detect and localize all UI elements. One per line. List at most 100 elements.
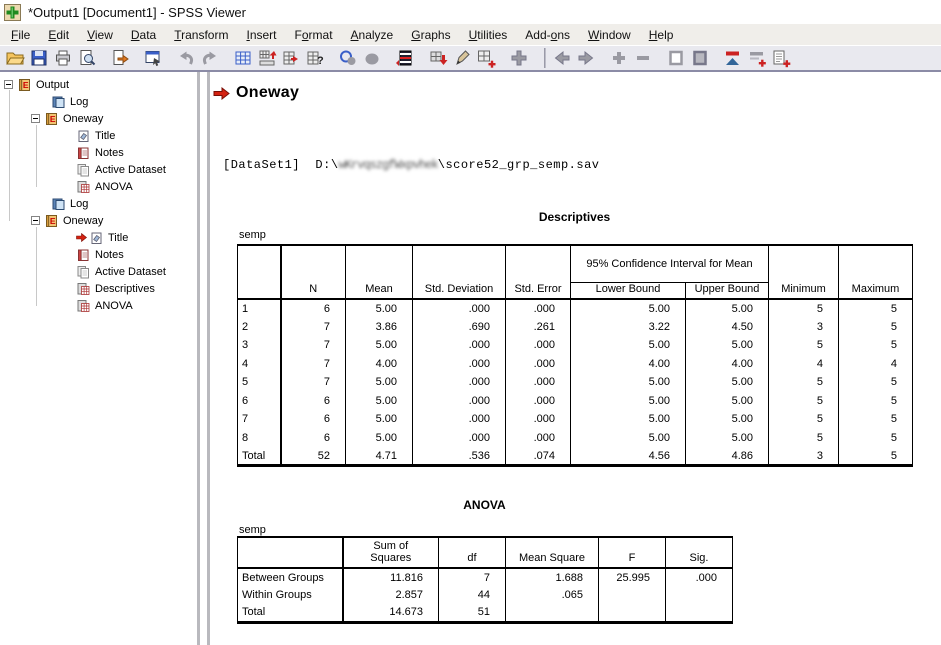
tree-expander[interactable] (31, 216, 40, 225)
run-script-button[interactable] (393, 47, 417, 69)
value-cell: 3.86 (346, 318, 413, 337)
find-button[interactable] (336, 47, 360, 69)
expand-outline-button[interactable] (607, 47, 631, 69)
sidebar-item-label: Title (108, 232, 128, 244)
sidebar-item-anova[interactable]: ANOVA (76, 178, 133, 195)
menu-file[interactable]: File (2, 25, 39, 45)
value-cell: .000 (413, 429, 506, 448)
collapse-all-button[interactable] (721, 47, 745, 69)
stat-icon (76, 180, 91, 194)
dialog-recall-button[interactable] (141, 47, 165, 69)
pane-splitter[interactable] (197, 72, 210, 645)
export-button[interactable] (108, 47, 132, 69)
sidebar-item-active-dataset[interactable]: Active Dataset (76, 161, 166, 178)
print-preview-button[interactable] (75, 47, 99, 69)
sidebar-item-output[interactable]: EOutput (4, 76, 69, 93)
sidebar-item-notes[interactable]: Notes (76, 246, 124, 263)
menu-data[interactable]: Data (122, 25, 165, 45)
select-last-output-icon (428, 48, 448, 68)
value-cell: 7 (281, 355, 346, 374)
book-icon: E (44, 112, 59, 126)
value-cell: 5 (769, 410, 839, 429)
menu-view[interactable]: View (78, 25, 122, 45)
value-cell: 5.00 (686, 429, 769, 448)
anova-table[interactable]: Sum of Squares df Mean Square F Sig. Bet… (237, 536, 733, 624)
value-cell: 5.00 (571, 373, 686, 392)
value-cell: .000 (666, 568, 733, 586)
save-icon (29, 48, 49, 68)
sidebar-item-oneway[interactable]: EOneway (31, 212, 103, 229)
goto-table-icon (233, 48, 253, 68)
collapse-outline-button[interactable] (631, 47, 655, 69)
demote-outline-button[interactable] (574, 47, 598, 69)
current-item-arrow-icon (213, 87, 230, 100)
select-last-output-button[interactable] (426, 47, 450, 69)
value-cell: 5.00 (346, 429, 413, 448)
sidebar-item-log[interactable]: Log (51, 93, 88, 110)
goto-data-button[interactable] (255, 47, 279, 69)
menu-transform[interactable]: Transform (165, 25, 237, 45)
goto-case-button[interactable] (279, 47, 303, 69)
sidebar-item-label: Log (70, 96, 88, 108)
undo-button[interactable] (174, 47, 198, 69)
designate-window-button[interactable] (450, 47, 474, 69)
hide-output-button[interactable] (688, 47, 712, 69)
print-button[interactable] (51, 47, 75, 69)
menu-addons[interactable]: Add-ons (516, 25, 579, 45)
descriptives-table[interactable]: N Mean Std. Deviation Std. Error 95% Con… (237, 244, 913, 467)
menu-window[interactable]: Window (579, 25, 640, 45)
promote-outline-button[interactable] (550, 47, 574, 69)
redo-button[interactable] (198, 47, 222, 69)
show-output-icon (666, 48, 686, 68)
sidebar-item-title[interactable]: Title (76, 229, 128, 246)
menu-analyze[interactable]: Analyze (342, 25, 403, 45)
ci-span-header: 95% Confidence Interval for Mean (571, 245, 769, 282)
goto-data-icon (257, 48, 277, 68)
menu-edit[interactable]: Edit (39, 25, 78, 45)
menu-format[interactable]: Format (286, 25, 342, 45)
tree-expander[interactable] (4, 80, 13, 89)
goto-table-button[interactable] (231, 47, 255, 69)
insert-title-button[interactable] (745, 47, 769, 69)
table-row: 474.00.000.0004.004.0044 (238, 355, 913, 374)
sidebar-item-notes[interactable]: Notes (76, 144, 124, 161)
sidebar-item-log[interactable]: Log (51, 195, 88, 212)
sidebar-item-oneway[interactable]: EOneway (31, 110, 103, 127)
sidebar-item-title[interactable]: Title (76, 127, 115, 144)
open-file-button[interactable] (3, 47, 27, 69)
expand-outline-icon (609, 48, 629, 68)
row-label-cell: 3 (238, 336, 281, 355)
value-cell: 4.56 (571, 447, 686, 466)
value-cell: 7 (281, 373, 346, 392)
value-cell: .000 (506, 355, 571, 374)
sidebar-item-active-dataset[interactable]: Active Dataset (76, 263, 166, 280)
sidebar-item-descriptives[interactable]: Descriptives (76, 280, 155, 297)
insert-text-button[interactable] (769, 47, 793, 69)
table-row: Within Groups2.85744.065 (238, 586, 733, 604)
menu-utilities[interactable]: Utilities (460, 25, 517, 45)
value-cell: 4 (839, 355, 913, 374)
run-script-icon (395, 48, 415, 68)
sidebar-item-label: ANOVA (95, 181, 133, 193)
tree-expander[interactable] (31, 114, 40, 123)
sidebar-item-anova[interactable]: ANOVA (76, 297, 133, 314)
menu-help[interactable]: Help (640, 25, 683, 45)
insert-heading-button[interactable] (507, 47, 531, 69)
use-sets-button[interactable] (360, 47, 384, 69)
stat-icon (76, 299, 91, 313)
value-cell: 5 (839, 373, 913, 392)
value-cell: 11.816 (343, 568, 439, 586)
value-cell: 5.00 (571, 410, 686, 429)
menu-graphs[interactable]: Graphs (402, 25, 459, 45)
open-file-icon (5, 48, 25, 68)
insert-map-button[interactable] (474, 47, 498, 69)
value-cell: .000 (413, 392, 506, 411)
designate-window-icon (452, 48, 472, 68)
sidebar-item-label: Notes (95, 249, 124, 261)
show-output-button[interactable] (664, 47, 688, 69)
menu-insert[interactable]: Insert (237, 25, 285, 45)
value-cell: 4.00 (346, 355, 413, 374)
variables-button[interactable]: ? (303, 47, 327, 69)
table-row: Total14.67351 (238, 604, 733, 622)
save-button[interactable] (27, 47, 51, 69)
